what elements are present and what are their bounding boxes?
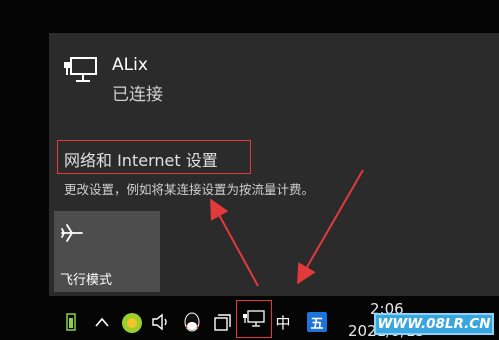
ime-input-method[interactable]: 五 (307, 312, 327, 332)
ethernet-monitor-icon (64, 57, 97, 82)
network-tray-icon (243, 310, 265, 327)
ime-mode-indicator[interactable]: 中 (273, 311, 293, 333)
settings-link-label: 网络和 Internet 设置 (64, 151, 218, 170)
network-internet-settings-link[interactable]: 网络和 Internet 设置 (57, 140, 251, 174)
task-view-icon[interactable] (211, 312, 233, 334)
airplane-icon (61, 224, 83, 242)
site-watermark: WWW.08LR.CN (374, 313, 494, 335)
network-name: ALix (112, 55, 148, 75)
airplane-mode-label: 飞行模式 (60, 273, 113, 288)
battery-icon[interactable] (62, 312, 80, 332)
airplane-mode-tile[interactable]: 飞行模式 (54, 211, 160, 292)
network-status: 已连接 (112, 85, 163, 105)
qq-browser-icon[interactable] (120, 312, 144, 334)
network-tray-button[interactable] (236, 300, 272, 338)
network-entry[interactable]: ALix 已连接 (62, 52, 262, 105)
qq-icon[interactable] (181, 312, 203, 334)
settings-description: 更改设置，例如将某连接设置为按流量计费。 (64, 182, 315, 197)
volume-icon[interactable] (150, 312, 172, 332)
chevron-up-icon[interactable] (92, 312, 112, 332)
